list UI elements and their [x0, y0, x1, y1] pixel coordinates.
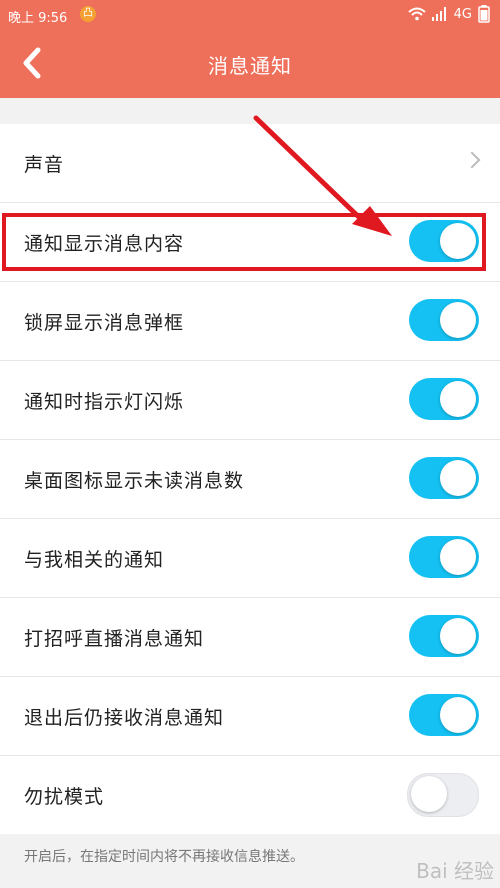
setting-row-greeting-live: 打招呼直播消息通知	[0, 598, 500, 677]
receive-after-exit-toggle[interactable]	[409, 694, 479, 736]
setting-label: 与我相关的通知	[24, 549, 165, 571]
setting-label: 桌面图标显示未读消息数	[24, 470, 245, 492]
setting-label: 通知时指示灯闪烁	[24, 391, 185, 413]
toggle-knob	[440, 539, 476, 575]
setting-row-do-not-disturb: 勿扰模式	[0, 756, 500, 834]
setting-row-related-notifications: 与我相关的通知	[0, 519, 500, 598]
toggle-knob	[440, 618, 476, 654]
greeting-live-toggle[interactable]	[409, 615, 479, 657]
baidu-watermark: Bai 经验	[416, 859, 494, 883]
do-not-disturb-toggle[interactable]	[407, 773, 479, 817]
setting-row-receive-after-exit: 退出后仍接收消息通知	[0, 677, 500, 756]
badge-count-toggle[interactable]	[409, 457, 479, 499]
setting-label: 勿扰模式	[24, 786, 105, 808]
toggle-knob	[440, 460, 476, 496]
annotation-arrow-icon	[253, 115, 392, 236]
setting-label: 退出后仍接收消息通知	[24, 707, 225, 729]
led-blink-toggle[interactable]	[409, 378, 479, 420]
toggle-knob	[411, 776, 447, 812]
toggle-knob	[440, 302, 476, 338]
toggle-knob	[440, 381, 476, 417]
setting-label: 打招呼直播消息通知	[24, 628, 205, 650]
setting-label: 锁屏显示消息弹框	[24, 312, 185, 334]
setting-row-led-blink: 通知时指示灯闪烁	[0, 361, 500, 440]
related-notifications-toggle[interactable]	[409, 536, 479, 578]
dnd-footnote: 开启后，在指定时间内将不再接收信息推送。	[24, 849, 304, 865]
lockscreen-popup-toggle[interactable]	[409, 299, 479, 341]
toggle-knob	[440, 697, 476, 733]
setting-row-badge-count: 桌面图标显示未读消息数	[0, 440, 500, 519]
